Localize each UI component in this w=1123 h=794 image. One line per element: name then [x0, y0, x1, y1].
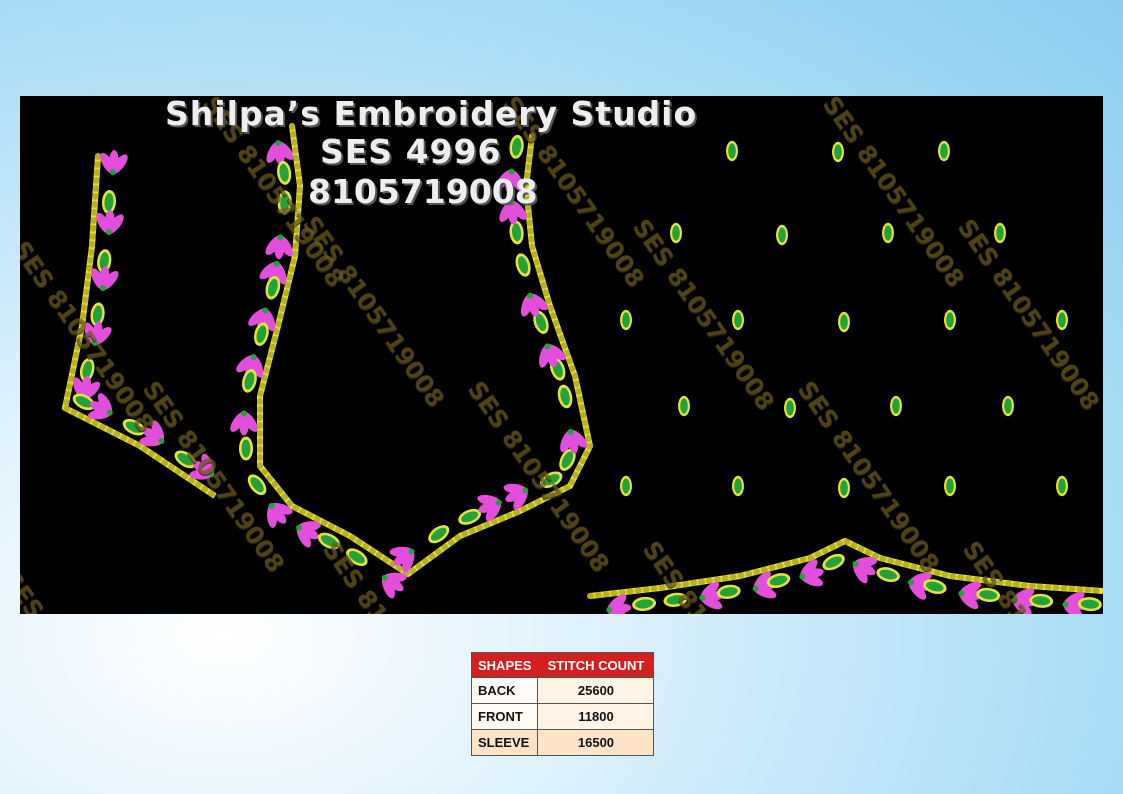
table-header-row: SHAPES STITCH COUNT	[470, 652, 655, 678]
flower-center	[105, 229, 112, 236]
shape-cell: BACK	[470, 677, 539, 704]
leaf-motif-inner	[940, 143, 948, 159]
flower-center	[275, 140, 282, 147]
flower-center	[852, 560, 859, 567]
leaf-motif-inner	[680, 398, 688, 414]
flower-center	[99, 284, 106, 291]
flower-center	[241, 410, 247, 417]
leaf-motif-inner	[622, 312, 630, 328]
flower-center	[522, 487, 529, 494]
leaf-motif-inner	[734, 478, 742, 494]
flower-center	[408, 548, 415, 555]
flower-center	[606, 606, 613, 613]
flower-center	[527, 292, 534, 299]
flower-center	[495, 499, 502, 506]
leaf-motif-inner	[786, 400, 794, 416]
studio-name: Shilpa’s Embroidery Studio	[165, 96, 698, 133]
leaf-motif-inner	[946, 312, 954, 328]
shape-cell: SLEEVE	[470, 729, 539, 756]
count-cell: 25600	[537, 677, 655, 704]
table-row: SLEEVE 16500	[470, 729, 655, 756]
column-header-stitch-count: STITCH COUNT	[537, 652, 655, 678]
leaf-motif-inner	[672, 225, 680, 241]
leaf-motif-inner	[734, 312, 742, 328]
leaf-motif-inner	[884, 225, 892, 241]
flower-center	[262, 307, 269, 314]
leaf-motif-inner	[892, 398, 900, 414]
flower-center	[544, 343, 551, 350]
flower-center	[752, 585, 759, 592]
flower-center	[277, 234, 284, 241]
leaf-motif-inner	[241, 439, 251, 458]
flower-center	[106, 409, 113, 416]
embroidery-design-image: SES 8105719008 SES 8105719008 SES 810571…	[20, 96, 1103, 614]
leaf-motif-inner	[946, 478, 954, 494]
flower-center	[958, 590, 965, 597]
flower-center	[296, 524, 303, 531]
leaf-motif-inner	[1058, 312, 1066, 328]
leaf-motif-inner	[1058, 478, 1066, 494]
flower-center	[250, 354, 257, 361]
count-cell: 16500	[537, 729, 655, 756]
leaf-motif-inner	[778, 227, 786, 243]
stitch-count-table: SHAPES STITCH COUNT BACK 25600 FRONT 118…	[470, 652, 655, 756]
flower-center	[268, 502, 275, 509]
flower-center	[799, 573, 806, 580]
leaf-motif-inner	[1004, 398, 1012, 414]
design-code: SES 4996	[320, 132, 502, 171]
shape-cell: FRONT	[470, 703, 539, 730]
flower-center	[1062, 601, 1069, 608]
leaf-motif-inner	[840, 314, 848, 330]
flower-center	[109, 169, 116, 176]
flower-center	[273, 260, 280, 267]
leaf-motif-inner	[840, 480, 848, 496]
count-cell: 11800	[537, 703, 655, 730]
phone-number: 8105719008	[308, 172, 538, 211]
column-header-shapes: SHAPES	[470, 652, 539, 678]
flower-center	[381, 574, 388, 581]
table-row: BACK 25600	[470, 677, 655, 704]
flower-center	[908, 579, 915, 586]
flower-center	[158, 438, 165, 445]
flower-center	[567, 428, 574, 435]
leaf-motif-inner	[728, 143, 736, 159]
leaf-motif-inner	[996, 225, 1004, 241]
leaf-motif-inner	[622, 478, 630, 494]
leaf-motif-inner	[834, 144, 842, 160]
table-row: FRONT 11800	[470, 703, 655, 730]
